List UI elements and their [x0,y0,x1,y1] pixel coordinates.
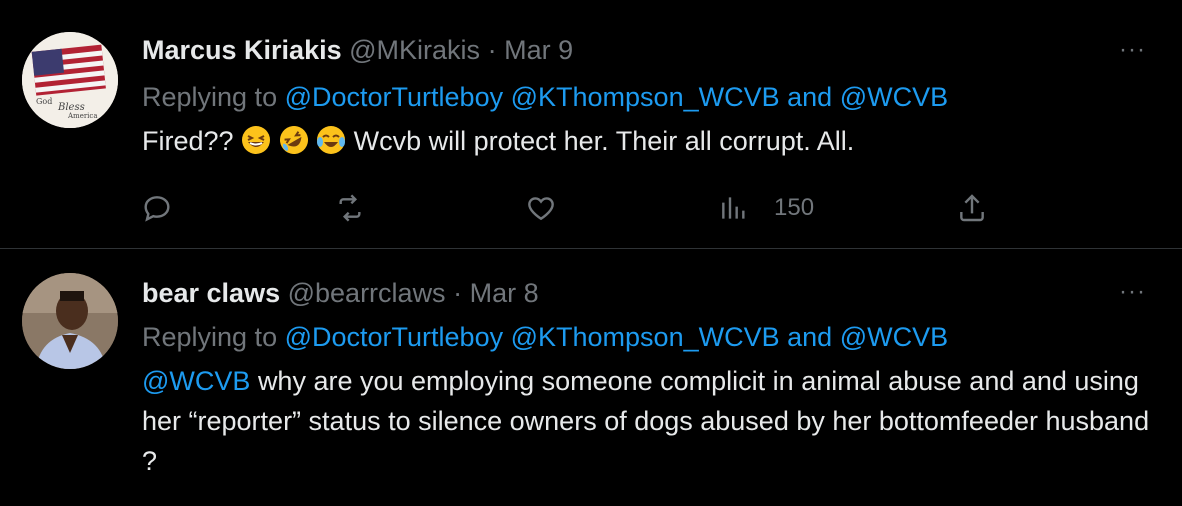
share-icon [960,194,984,222]
grinning-squinting-emoji [242,126,271,154]
retweet-button[interactable] [334,188,366,228]
mention-wcvb[interactable]: @WCVB [840,82,948,112]
tweet-header: Marcus Kiriakis @MKirakis · Mar 9 [142,33,573,67]
tweet-marcus[interactable]: God Bless America Marcus Kiriakis @MKira… [0,0,1182,249]
person-avatar-image [22,273,118,369]
views-button[interactable]: 150 [718,188,814,228]
tweet-text-content: why are you employing someone complicit … [142,366,1150,476]
display-name[interactable]: bear claws [142,278,280,308]
replying-to: Replying to @DoctorTurtleboy @KThompson_… [142,80,948,114]
tweet-text: Fired?? Wcvb will protect her. Their all… [142,121,1152,161]
tweet-text-start: Fired?? [142,126,234,156]
reply-icon [144,196,170,222]
like-button[interactable] [525,188,557,228]
mention-kthompson[interactable]: @KThompson_WCVB [511,82,780,112]
tweet-header: bear claws @bearrclaws · Mar 8 [142,276,539,310]
retweet-icon [339,194,361,222]
share-button[interactable] [956,188,988,228]
mention-wcvb[interactable]: @WCVB [840,322,948,352]
and-word[interactable]: and [787,322,832,352]
more-options-icon[interactable]: ··· [1119,280,1146,304]
handle[interactable]: @bearrclaws [288,278,446,308]
avatar[interactable]: God Bless America [22,32,118,128]
display-name[interactable]: Marcus Kiriakis [142,35,342,65]
tweet-bearclaws[interactable]: bear claws @bearrclaws · Mar 8 ··· Reply… [0,249,1182,506]
flag-avatar-image: God Bless America [22,32,118,128]
replying-to-label: Replying to [142,322,278,352]
avatar[interactable] [22,273,118,369]
more-options-icon[interactable]: ··· [1119,38,1146,62]
mention-doctorturtleboy[interactable]: @DoctorTurtleboy [285,82,503,112]
tweet-date[interactable]: Mar 9 [504,35,573,65]
mention-kthompson[interactable]: @KThompson_WCVB [511,322,780,352]
separator: · [453,278,463,308]
tweet-date[interactable]: Mar 8 [470,278,539,308]
face-with-tears-of-joy-emoji [317,126,346,154]
rolling-on-floor-laughing-emoji [279,126,308,154]
body-mention-wcvb[interactable]: @WCVB [142,366,250,396]
mention-doctorturtleboy[interactable]: @DoctorTurtleboy [285,322,503,352]
avatar-text-god: God [36,97,52,106]
reply-button[interactable] [141,188,173,228]
tweet-text-end: Wcvb will protect her. Their all corrupt… [353,126,855,156]
handle[interactable]: @MKirakis [349,35,480,65]
separator: · [487,35,497,65]
replying-to: Replying to @DoctorTurtleboy @KThompson_… [142,320,948,354]
heart-icon [528,197,554,221]
tweet-text: @WCVB why are you employing someone comp… [142,361,1152,481]
views-count: 150 [774,194,815,221]
views-bar-chart-icon [722,197,745,219]
action-bar: 150 [0,188,1182,228]
replying-to-label: Replying to [142,82,278,112]
avatar-text-america: America [67,112,98,120]
and-word[interactable]: and [787,82,832,112]
